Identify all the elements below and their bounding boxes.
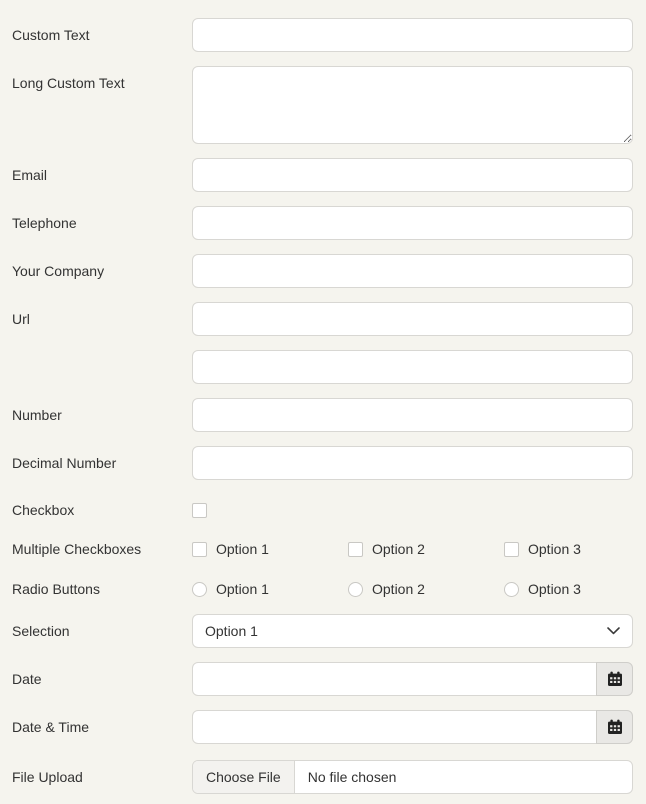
datetime-input[interactable] (192, 710, 597, 744)
row-unlabeled (12, 350, 633, 384)
calendar-icon (607, 671, 623, 687)
row-company: Your Company (12, 254, 633, 288)
row-datetime: Date & Time (12, 710, 633, 744)
row-telephone: Telephone (12, 206, 633, 240)
number-field[interactable] (192, 398, 633, 432)
unlabeled-field[interactable] (192, 350, 633, 384)
row-number: Number (12, 398, 633, 432)
email-field[interactable] (192, 158, 633, 192)
row-custom-text: Custom Text (12, 18, 633, 52)
row-selection: Selection Option 1 (12, 614, 633, 648)
radio-option-3[interactable]: Option 3 (504, 581, 646, 597)
radio-option-1-label: Option 1 (216, 581, 269, 597)
long-custom-text-textarea[interactable] (192, 66, 633, 144)
datetime-label: Date & Time (12, 719, 192, 736)
datetime-picker-button[interactable] (596, 710, 633, 744)
checkbox-option-3-label: Option 3 (528, 541, 581, 557)
company-field[interactable] (192, 254, 633, 288)
selection-select[interactable]: Option 1 (192, 614, 633, 648)
radio-option-1-button[interactable] (192, 582, 207, 597)
decimal-number-field[interactable] (192, 446, 633, 480)
date-input[interactable] (192, 662, 597, 696)
row-date: Date (12, 662, 633, 696)
radio-option-2-label: Option 2 (372, 581, 425, 597)
number-label: Number (12, 407, 192, 424)
file-status-text: No file chosen (295, 761, 410, 793)
row-long-custom-text: Long Custom Text (12, 66, 633, 144)
contact-form: Custom Text Long Custom Text Email Telep… (0, 0, 646, 794)
date-picker-button[interactable] (596, 662, 633, 696)
checkbox-option-2-label: Option 2 (372, 541, 425, 557)
checkbox-option-3[interactable]: Option 3 (504, 541, 646, 557)
row-file-upload: File Upload Choose File No file chosen (12, 760, 633, 794)
checkbox-option-2[interactable]: Option 2 (348, 541, 504, 557)
row-email: Email (12, 158, 633, 192)
single-checkbox[interactable] (192, 503, 207, 518)
row-url: Url (12, 302, 633, 336)
long-custom-text-label: Long Custom Text (12, 66, 192, 92)
row-multiple-checkboxes: Multiple Checkboxes Option 1 Option 2 Op… (12, 537, 633, 561)
custom-text-input[interactable] (192, 18, 633, 52)
url-field[interactable] (192, 302, 633, 336)
checkbox-option-1[interactable]: Option 1 (192, 541, 348, 557)
row-radio-buttons: Radio Buttons Option 1 Option 2 Option 3 (12, 577, 633, 601)
row-decimal-number: Decimal Number (12, 446, 633, 480)
checkbox-option-1-label: Option 1 (216, 541, 269, 557)
decimal-number-label: Decimal Number (12, 455, 192, 472)
date-label: Date (12, 671, 192, 688)
email-label: Email (12, 167, 192, 184)
telephone-field[interactable] (192, 206, 633, 240)
custom-text-label: Custom Text (12, 27, 192, 44)
radio-option-1[interactable]: Option 1 (192, 581, 348, 597)
radio-option-2[interactable]: Option 2 (348, 581, 504, 597)
checkbox-option-3-box[interactable] (504, 542, 519, 557)
row-checkbox: Checkbox (12, 498, 633, 522)
url-label: Url (12, 311, 192, 328)
telephone-label: Telephone (12, 215, 192, 232)
company-label: Your Company (12, 263, 192, 280)
choose-file-button[interactable]: Choose File (193, 761, 295, 793)
checkbox-option-2-box[interactable] (348, 542, 363, 557)
selection-label: Selection (12, 623, 192, 640)
file-upload-input[interactable]: Choose File No file chosen (192, 760, 633, 794)
calendar-icon (607, 719, 623, 735)
multiple-checkboxes-label: Multiple Checkboxes (12, 541, 192, 558)
radio-buttons-label: Radio Buttons (12, 581, 192, 598)
file-upload-label: File Upload (12, 769, 192, 786)
radio-option-3-label: Option 3 (528, 581, 581, 597)
checkbox-option-1-box[interactable] (192, 542, 207, 557)
radio-option-2-button[interactable] (348, 582, 363, 597)
checkbox-label: Checkbox (12, 502, 192, 519)
radio-option-3-button[interactable] (504, 582, 519, 597)
